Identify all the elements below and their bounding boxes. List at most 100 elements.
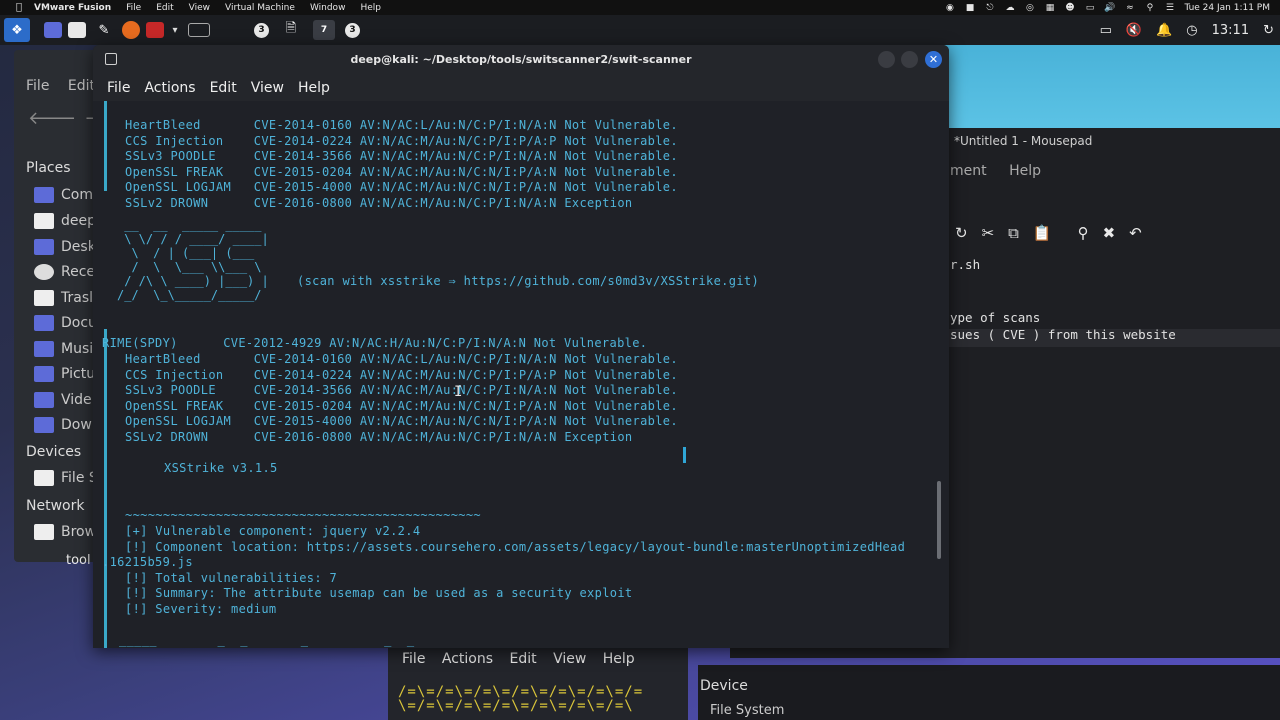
refresh-icon[interactable]: ↻ [1263, 23, 1274, 38]
search-icon[interactable]: ⚲ [1078, 224, 1089, 242]
ascii-row: /_/ \_\_____/_____/ [117, 288, 262, 302]
mp-menu-document[interactable]: ment [950, 163, 987, 179]
network-browse[interactable]: Brow [34, 524, 96, 540]
fm-menu-file[interactable]: File [26, 78, 49, 94]
terminal-scrollbar[interactable] [937, 481, 941, 559]
find-replace-icon[interactable]: ✖ [1103, 224, 1116, 242]
apple-icon[interactable]:  [12, 2, 26, 13]
device-filesystem[interactable]: File S [34, 470, 98, 486]
paste-icon[interactable]: 📋 [1033, 224, 1052, 242]
term-menu-view[interactable]: View [251, 80, 284, 96]
bt-menu-help[interactable]: Help [603, 651, 635, 667]
workspace-2[interactable]: 7 [313, 20, 335, 40]
control-center-icon[interactable]: ☰ [1164, 3, 1175, 13]
bt-menu-file[interactable]: File [402, 651, 425, 667]
record-icon[interactable]: ◉ [944, 3, 955, 13]
file-manager-launcher-icon[interactable] [68, 22, 86, 38]
place-label: Docu [61, 315, 97, 331]
workspace-1[interactable]: 3 [254, 22, 269, 38]
mousepad-menubar: ment Help [950, 163, 1059, 179]
host-menu-help[interactable]: Help [360, 3, 381, 13]
host-datetime[interactable]: Tue 24 Jan 1:11 PM [1184, 3, 1270, 13]
chrome-icon[interactable]: ◎ [1024, 3, 1035, 13]
term-menu-actions[interactable]: Actions [144, 80, 195, 96]
display-icon[interactable]: ▭ [1084, 3, 1095, 13]
host-menu-virtual-machine[interactable]: Virtual Machine [225, 3, 295, 13]
user-icon[interactable]: ☻ [1064, 3, 1075, 13]
place-label: Com [61, 187, 93, 203]
vulnerable-component-line: [+] Vulnerable component: jquery v2.2.4 [125, 524, 421, 538]
spotlight-icon[interactable]: ⚲ [1144, 3, 1155, 13]
desktop-folder-label[interactable]: tool [66, 553, 91, 568]
host-menu-window[interactable]: Window [310, 3, 346, 13]
drive-icon [34, 470, 54, 486]
terminal-launcher-icon[interactable] [146, 22, 164, 38]
bottom-terminal-window: File Actions Edit View Help /=\=/=\=/=\=… [388, 645, 688, 720]
volume-icon[interactable]: 🔊 [1104, 3, 1115, 13]
minimize-button[interactable] [878, 51, 895, 68]
copy-icon[interactable]: ⧉ [1008, 224, 1019, 242]
place-desktop[interactable]: Desk [34, 239, 96, 255]
host-menu-file[interactable]: File [126, 3, 141, 13]
place-computer[interactable]: Com [34, 187, 93, 203]
host-app-name[interactable]: VMware Fusion [34, 3, 111, 13]
place-pictures[interactable]: Pictu [34, 366, 95, 382]
place-music[interactable]: Musi [34, 341, 93, 357]
host-menu-edit[interactable]: Edit [156, 3, 173, 13]
kali-menu-icon[interactable]: ❖ [4, 18, 30, 42]
cloud-icon[interactable]: ☁ [1004, 3, 1015, 13]
host-menu-view[interactable]: View [189, 3, 210, 13]
bt-menu-actions[interactable]: Actions [442, 651, 493, 667]
workspace-3[interactable]: 3 [345, 22, 360, 38]
mp-line: ype of scans [950, 309, 1041, 325]
term-menu-help[interactable]: Help [298, 80, 330, 96]
wallpaper [940, 45, 1280, 135]
window-list-icon[interactable] [188, 23, 210, 37]
place-label: Rece [61, 264, 96, 280]
mute-icon[interactable]: 🔇 [1126, 23, 1142, 38]
guest-clock[interactable]: 13:11 [1212, 23, 1249, 38]
maximize-button[interactable] [901, 51, 918, 68]
bt-menu-view[interactable]: View [553, 651, 586, 667]
back-arrow-icon[interactable]: 🡐 [28, 108, 84, 129]
place-downloads[interactable]: Dowr [34, 417, 98, 433]
mp-menu-help[interactable]: Help [1009, 163, 1041, 179]
app-status-icon[interactable]: ■ [964, 3, 975, 13]
place-recent[interactable]: Rece [34, 264, 95, 280]
terminal-output[interactable]: HeartBleed CVE-2014-0160 AV:N/AC:L/Au:N/… [93, 101, 949, 648]
fm-menu-edit[interactable]: Edit [68, 78, 95, 94]
separator-line: ~~~~~~~~~~~~~~~~~~~~~~~~~~~~~~~~~~~~~~~~… [125, 508, 482, 522]
place-home[interactable]: deep [34, 213, 96, 229]
bt-menu-edit[interactable]: Edit [509, 651, 536, 667]
place-label: Vide [61, 392, 92, 408]
wifi-icon[interactable]: ≈ [1124, 3, 1135, 13]
devices-header: Devices [26, 444, 82, 460]
terminal-titlebar[interactable]: deep@kali: ~/Desktop/tools/switscanner2/… [93, 45, 949, 75]
scan-result-line: SSLv3 POODLE CVE-2014-3566 AV:N/AC:M/Au:… [125, 149, 678, 163]
place-trash[interactable]: Trasl [34, 290, 93, 306]
videos-folder-icon [34, 392, 54, 408]
show-desktop-icon[interactable] [44, 22, 62, 38]
folder-icon[interactable]: ▦ [1044, 3, 1055, 13]
cut-icon[interactable]: ✂ [982, 224, 995, 242]
redo-icon[interactable]: ↻ [955, 224, 968, 242]
output-gutter-bar [104, 329, 107, 648]
term-menu-file[interactable]: File [107, 80, 130, 96]
chevron-down-icon[interactable]: ▾ [170, 18, 180, 42]
usb-icon[interactable]: ⎋ [984, 3, 995, 13]
text-editor-launcher-icon[interactable]: ✎ [92, 18, 116, 42]
close-button[interactable]: ✕ [925, 51, 942, 68]
bell-icon[interactable]: 🔔 [1156, 23, 1172, 38]
device-file-system[interactable]: File System [710, 703, 784, 718]
mousepad-text[interactable]: r.sh ype of scans sues ( CVE ) from this w… [950, 256, 1176, 344]
term-menu-edit[interactable]: Edit [210, 80, 237, 96]
firefox-launcher-icon[interactable] [122, 21, 140, 39]
guest-desktop: ❖ ✎ ▾ 3 🗎 7 3 ▭ 🔇 🔔 ◷ 13:11 ↻ File Edit … [0, 15, 1280, 720]
place-documents[interactable]: Docu [34, 315, 97, 331]
screen-icon[interactable]: ▭ [1100, 23, 1112, 38]
output-gutter-bar [104, 101, 107, 191]
goto-icon[interactable]: ↶ [1129, 224, 1142, 242]
document-icon[interactable]: 🗎 [279, 18, 303, 42]
clock-icon[interactable]: ◷ [1186, 23, 1197, 38]
place-videos[interactable]: Vide [34, 392, 92, 408]
